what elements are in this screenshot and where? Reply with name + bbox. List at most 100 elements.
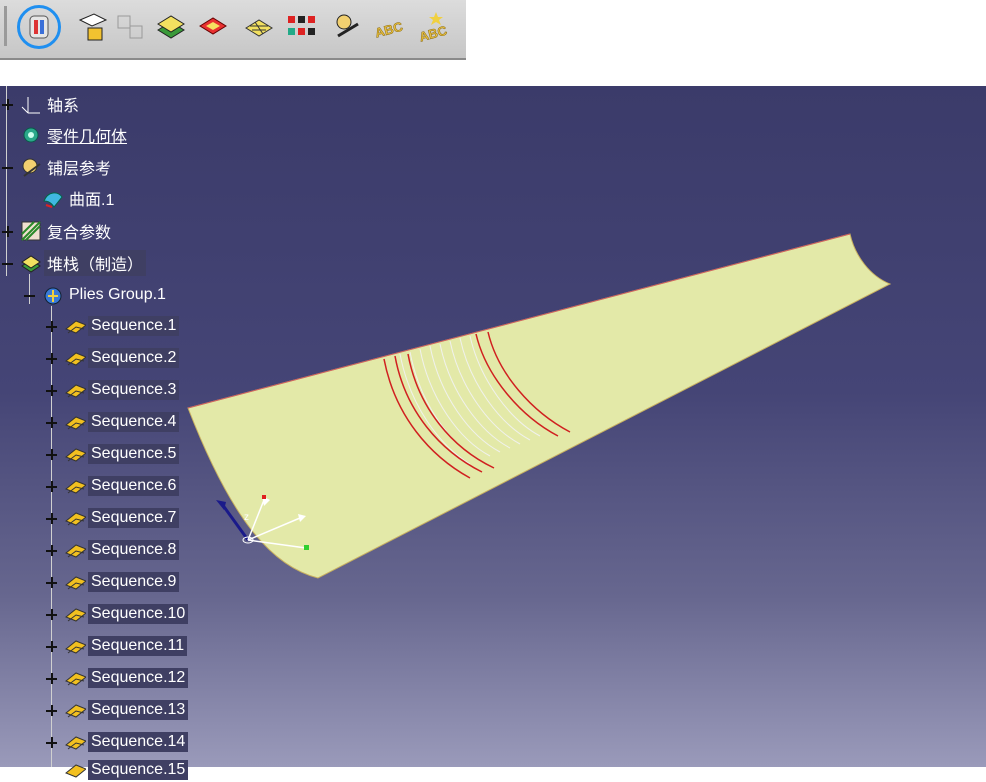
- tree-node-sequence[interactable]: Sequence.13: [64, 698, 189, 722]
- plies-exploder-icon: [29, 15, 49, 39]
- tree-node-sequence[interactable]: Sequence.5: [64, 442, 180, 466]
- sequence-icon: [65, 736, 86, 750]
- transfer-icon: [117, 15, 143, 39]
- ply-surface-button[interactable]: [196, 10, 230, 44]
- collapse-stacking[interactable]: [2, 258, 13, 269]
- tree-node-sequence[interactable]: Sequence.10: [64, 602, 189, 626]
- expand-sequence[interactable]: [46, 641, 57, 652]
- expand-sequence[interactable]: [46, 481, 57, 492]
- expand-sequence[interactable]: [46, 609, 57, 620]
- collapse-plies-group[interactable]: [24, 290, 35, 301]
- tree-connector: [6, 86, 7, 276]
- stacking-button[interactable]: [154, 10, 188, 44]
- blade-surface[interactable]: [187, 233, 892, 579]
- tree-node-sequence[interactable]: Sequence.3: [64, 378, 180, 402]
- edit-ply-icon: [336, 14, 359, 38]
- tree-node-sequence[interactable]: Sequence.6: [64, 474, 180, 498]
- tree-node-surface[interactable]: 曲面.1: [42, 186, 117, 210]
- ply-surface-icon: [199, 17, 227, 35]
- composite-params-label: 复合参数: [47, 225, 112, 242]
- layup-reference-icon: [22, 158, 41, 177]
- sequence-icon: [65, 576, 86, 590]
- sequence-label: Sequence.7: [88, 508, 180, 528]
- surface-icon: [43, 192, 63, 208]
- mesh-button[interactable]: [242, 10, 276, 44]
- tree-node-plies-group[interactable]: Plies Group.1: [42, 283, 169, 307]
- sequence-icon: [65, 416, 86, 430]
- sequence-icon: [65, 512, 86, 526]
- sequence-icon: [65, 320, 86, 334]
- tree-node-sequence[interactable]: Sequence.8: [64, 538, 180, 562]
- tree-node-part-body[interactable]: 零件几何体: [20, 123, 130, 147]
- expand-sequence[interactable]: [46, 545, 57, 556]
- surface-label: 曲面.1: [69, 192, 115, 209]
- sequence-label: Sequence.2: [88, 348, 180, 368]
- tree-node-layup-reference[interactable]: 铺层参考: [20, 155, 114, 179]
- expand-axis-system[interactable]: [2, 99, 13, 110]
- axis-system-icon: [21, 97, 40, 114]
- sequence-icon: [65, 764, 86, 778]
- expand-sequence[interactable]: [46, 577, 57, 588]
- tree-node-composite-params[interactable]: 复合参数: [20, 219, 114, 243]
- stacking-icon: [157, 15, 185, 39]
- sequence-label: Sequence.14: [88, 732, 189, 752]
- collapse-layup-ref[interactable]: [2, 162, 13, 173]
- abc-text-button[interactable]: ABC: [372, 10, 406, 44]
- expand-sequence[interactable]: [46, 417, 57, 428]
- part-body-label: 零件几何体: [47, 129, 128, 146]
- sequence-icon: [65, 608, 86, 622]
- transfer-button[interactable]: [114, 10, 148, 44]
- expand-sequence[interactable]: [46, 673, 57, 684]
- plus-grid-button[interactable]: [284, 10, 318, 44]
- tree-node-sequence[interactable]: Sequence.15: [64, 758, 189, 782]
- gear-icon: [23, 127, 39, 143]
- tree-connector: [51, 306, 52, 767]
- tree-node-stacking[interactable]: 堆栈（制造）: [20, 250, 147, 276]
- sequence-label: Sequence.8: [88, 540, 180, 560]
- tree-node-sequence[interactable]: Sequence.14: [64, 730, 189, 754]
- sequence-label: Sequence.12: [88, 668, 189, 688]
- sequence-label: Sequence.15: [88, 760, 189, 780]
- tree-node-sequence[interactable]: Sequence.2: [64, 346, 180, 370]
- expand-sequence[interactable]: [46, 705, 57, 716]
- tree-node-sequence[interactable]: Sequence.11: [64, 634, 188, 658]
- edit-ply-button[interactable]: [330, 10, 364, 44]
- sequence-icon: [65, 448, 86, 462]
- tree-node-sequence[interactable]: Sequence.1: [64, 314, 180, 338]
- sequence-label: Sequence.6: [88, 476, 180, 496]
- svg-text:ABC: ABC: [373, 19, 405, 41]
- composites-toolbar: ABC ABC: [0, 0, 466, 60]
- expand-sequence[interactable]: [46, 449, 57, 460]
- abc-star-button[interactable]: ABC: [416, 10, 450, 45]
- ply-table-icon: [78, 13, 108, 41]
- ply-table-button[interactable]: [76, 10, 110, 44]
- toolbar-grip[interactable]: [4, 6, 7, 46]
- sequence-label: Sequence.11: [88, 636, 188, 656]
- plies-exploder-button[interactable]: [17, 5, 61, 49]
- tree-node-sequence[interactable]: Sequence.7: [64, 506, 180, 530]
- axis-system-label: 轴系: [47, 98, 80, 115]
- sequence-label: Sequence.13: [88, 700, 189, 720]
- plus-grid-icon: [288, 16, 315, 35]
- svg-text:ABC: ABC: [417, 23, 449, 44]
- sequence-label: Sequence.4: [88, 412, 180, 432]
- mesh-icon: [245, 19, 273, 37]
- expand-sequence[interactable]: [46, 385, 57, 396]
- expand-sequence[interactable]: [46, 513, 57, 524]
- specification-tree: 轴系 零件几何体 铺层参考 曲面.1 复合参数 堆栈（制造） Plies Gro…: [0, 86, 260, 780]
- tree-node-sequence[interactable]: Sequence.4: [64, 410, 180, 434]
- expand-sequence[interactable]: [46, 321, 57, 332]
- tree-node-axis-system[interactable]: 轴系: [20, 92, 82, 116]
- tree-node-sequence[interactable]: Sequence.9: [64, 570, 180, 594]
- stacking-icon: [21, 255, 41, 273]
- sequence-label: Sequence.1: [88, 316, 180, 336]
- expand-sequence[interactable]: [46, 353, 57, 364]
- plies-group-icon: [44, 287, 62, 305]
- 3d-viewport[interactable]: z 轴系 零件几何体 铺层参考 曲面.1 复合参数 堆栈（制造） Plies G…: [0, 86, 986, 780]
- sequence-icon: [65, 352, 86, 366]
- layup-reference-label: 铺层参考: [47, 161, 112, 178]
- expand-sequence[interactable]: [46, 737, 57, 748]
- tree-node-sequence[interactable]: Sequence.12: [64, 666, 189, 690]
- expand-composite-params[interactable]: [2, 226, 13, 237]
- sequence-icon: [65, 480, 86, 494]
